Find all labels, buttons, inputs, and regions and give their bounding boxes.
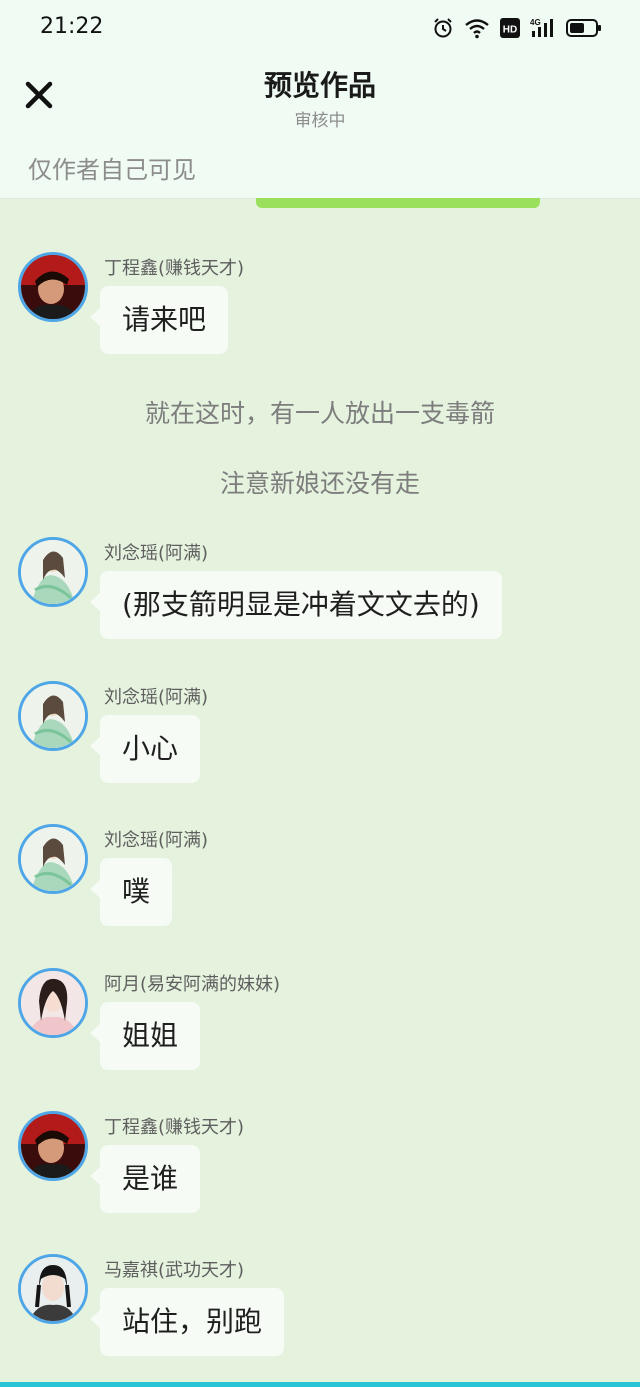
narration-text: 就在这时，有一人放出一支毒箭	[144, 399, 495, 428]
avatar-liunianyao[interactable]	[18, 537, 88, 607]
hd-icon: HD	[500, 18, 520, 38]
sender-name: 丁程鑫(赚钱天才)	[104, 1117, 245, 1138]
message-bubble[interactable]: 小心	[89, 715, 201, 783]
page-title: 预览作品	[263, 69, 376, 102]
avatar-ayue[interactable]	[18, 968, 88, 1038]
alarm-icon	[434, 18, 452, 38]
sender-name: 马嘉祺(武功天才)	[104, 1260, 245, 1281]
svg-text:4G: 4G	[530, 18, 541, 27]
message-bubble[interactable]: (那支箭明显是冲着文文去的)	[90, 571, 502, 639]
header: 21:22 HD 4G 预览作品 审核中 仅作者自己可见	[0, 0, 640, 199]
review-status: 审核中	[294, 111, 346, 131]
message-bubble[interactable]: 噗	[89, 858, 173, 926]
avatar-majiaqi[interactable]	[18, 1254, 88, 1324]
avatar-liunianyao[interactable]	[18, 824, 88, 894]
message-bubble[interactable]: 请来吧	[89, 286, 229, 354]
avatar-liunianyao[interactable]	[18, 681, 88, 751]
sender-name: 刘念瑶(阿满)	[104, 830, 209, 851]
sender-name: 刘念瑶(阿满)	[104, 687, 209, 708]
narration-text: 注意新娘还没有走	[219, 469, 420, 498]
message-bubble[interactable]: 是谁	[89, 1145, 201, 1213]
scroll-tab	[256, 198, 540, 208]
svg-text:HD: HD	[503, 25, 517, 36]
bottom-progress-bar	[0, 1382, 640, 1387]
signal-4g-icon: 4G	[530, 18, 553, 37]
sender-name: 阿月(易安阿满的妹妹)	[104, 974, 281, 995]
status-icons: HD 4G	[432, 14, 602, 42]
status-bar: 21:22 HD 4G	[0, 0, 640, 56]
wifi-icon	[465, 19, 489, 39]
message-bubble[interactable]: 站住，别跑	[89, 1288, 285, 1356]
avatar-dingchengxin[interactable]	[18, 252, 88, 322]
message-bubble[interactable]: 姐姐	[89, 1002, 201, 1070]
status-time: 21:22	[40, 14, 104, 39]
sender-name: 刘念瑶(阿满)	[104, 543, 209, 564]
avatar-dingchengxin[interactable]	[18, 1111, 88, 1181]
sender-name: 丁程鑫(赚钱天才)	[104, 258, 245, 279]
visibility-note: 仅作者自己可见	[28, 156, 196, 184]
battery-icon	[566, 19, 601, 37]
